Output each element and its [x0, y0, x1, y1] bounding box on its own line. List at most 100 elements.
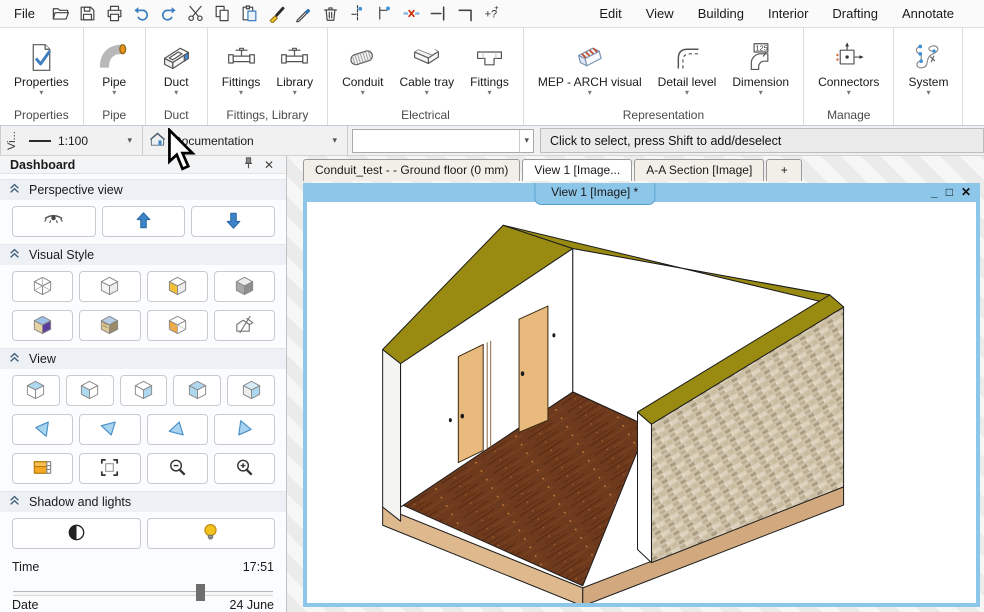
menu-drafting[interactable]: Drafting [820, 6, 890, 21]
fit-view-button[interactable] [79, 453, 140, 484]
delete-icon[interactable] [319, 2, 342, 25]
ribbon-button-system[interactable]: System▾ [901, 39, 955, 98]
ribbon-button-mep-arch-visual[interactable]: MEP - ARCH visual▾ [531, 39, 649, 98]
close-icon[interactable]: ✕ [262, 158, 276, 172]
ribbon-button-detail-level[interactable]: Detail level▾ [651, 39, 724, 98]
view-mode-combo[interactable]: Documentation ▾ [143, 126, 348, 155]
time-slider-handle[interactable] [196, 584, 205, 601]
mep-arch-icon [573, 41, 606, 74]
view-window: View 1 [Image] * _ □ ✕ [303, 183, 980, 607]
menu-file[interactable]: File [8, 6, 49, 21]
section-header-visual-style[interactable]: Visual Style [0, 244, 286, 265]
redo-icon[interactable] [157, 2, 180, 25]
menu-edit[interactable]: Edit [587, 6, 633, 21]
offset-snap-icon[interactable] [373, 2, 396, 25]
arrow-down-button[interactable] [191, 206, 275, 237]
view-top-button[interactable] [12, 375, 60, 406]
rotate-right-button[interactable] [214, 414, 275, 445]
print-icon[interactable] [103, 2, 126, 25]
ribbon-button-connectors[interactable]: Connectors▾ [811, 39, 886, 98]
cut-icon[interactable] [184, 2, 207, 25]
search-combo[interactable]: ▾ [352, 129, 534, 153]
cube-xray-button[interactable] [147, 310, 208, 341]
close-icon[interactable]: ✕ [961, 184, 971, 200]
minimize-icon[interactable]: _ [931, 184, 938, 200]
perspective-eye-button[interactable] [12, 206, 96, 237]
cube-colored-button[interactable] [12, 310, 73, 341]
prompt-bar: Click to select, press Shift to add/dese… [540, 128, 984, 153]
cube-colored-icon [31, 313, 54, 339]
cube-gray-button[interactable] [214, 271, 275, 302]
menu-annotate[interactable]: Annotate [890, 6, 966, 21]
ribbon-group-electrical: Conduit▾Cable tray▾Fittings▾Electrical [328, 28, 524, 125]
properties-icon [25, 41, 58, 74]
view-right-button[interactable] [173, 375, 221, 406]
menu-interior[interactable]: Interior [756, 6, 820, 21]
ribbon-button-library[interactable]: Library▾ [269, 39, 320, 98]
shadow-button[interactable] [12, 518, 141, 549]
query-add-icon[interactable]: +?+ [481, 2, 504, 25]
ribbon-button-dimension[interactable]: 125Dimension▾ [725, 39, 796, 98]
pin-icon[interactable] [243, 156, 254, 173]
view-toolbar: Vi... 1:100 ▾ Documentation ▾ ▾ Click to… [0, 126, 984, 156]
search-input[interactable] [353, 132, 519, 150]
scale-combo[interactable]: 1:100 ▾ [23, 126, 143, 155]
section-header-view[interactable]: View [0, 348, 286, 369]
paste-icon[interactable] [238, 2, 261, 25]
undo-icon[interactable] [130, 2, 153, 25]
view-left-button[interactable] [120, 375, 168, 406]
open-folder-icon[interactable] [49, 2, 72, 25]
menu-building[interactable]: Building [686, 6, 756, 21]
ribbon-button-pipe[interactable]: Pipe▾ [91, 39, 138, 98]
render-image-button[interactable] [12, 453, 73, 484]
duct-icon [160, 41, 193, 74]
ribbon-button-conduit[interactable]: Conduit▾ [335, 39, 390, 98]
corner-icon[interactable] [454, 2, 477, 25]
ribbon-button-duct[interactable]: Duct▾ [153, 39, 200, 98]
rotate-down-button[interactable] [79, 414, 140, 445]
cube-shaded-button[interactable] [147, 271, 208, 302]
node-snap-icon[interactable] [346, 2, 369, 25]
trim-icon[interactable] [427, 2, 450, 25]
ribbon-button-cable-tray[interactable]: Cable tray▾ [392, 39, 461, 98]
section-title: Visual Style [29, 248, 94, 262]
arrow-up-button[interactable] [102, 206, 186, 237]
tab-conduit-test-ground-floor-0-mm[interactable]: Conduit_test - - Ground floor (0 mm) [303, 159, 520, 181]
color-picker-icon[interactable] [292, 2, 315, 25]
ribbon-button-properties[interactable]: Properties▾ [7, 39, 76, 98]
ribbon-button-fittings[interactable]: Fittings▾ [463, 39, 516, 98]
tab-a-a-section-image[interactable]: A-A Section [Image] [634, 159, 764, 181]
zoom-in-button[interactable] [214, 453, 275, 484]
zoom-out-icon [166, 456, 189, 482]
collapsed-panel-tab[interactable]: Vi... [0, 126, 23, 155]
rotate-left-button[interactable] [12, 414, 73, 445]
rotate-up-button[interactable] [147, 414, 208, 445]
button-row [0, 408, 286, 447]
cube-wireframe-button[interactable] [12, 271, 73, 302]
cube-textured-button[interactable] [79, 310, 140, 341]
view-back-button[interactable] [227, 375, 275, 406]
time-row: Time 17:51 [0, 551, 286, 574]
copy-icon[interactable] [211, 2, 234, 25]
new-tab-button[interactable]: + [766, 159, 802, 181]
view-window-title-tab[interactable]: View 1 [Image] * [534, 183, 655, 205]
remove-constraint-icon[interactable] [400, 2, 423, 25]
section-header-shadow-and-lights[interactable]: Shadow and lights [0, 491, 286, 512]
house-axo-button[interactable] [214, 310, 275, 341]
light-button[interactable] [147, 518, 276, 549]
cube-hidden-button[interactable] [79, 271, 140, 302]
section-header-perspective-view[interactable]: Perspective view [0, 179, 286, 200]
chevron-down-icon: ▾ [847, 89, 851, 96]
format-painter-icon[interactable] [265, 2, 288, 25]
view-front-button[interactable] [66, 375, 114, 406]
ribbon-button-fittings[interactable]: Fittings▾ [215, 39, 268, 98]
menu-view[interactable]: View [634, 6, 686, 21]
ribbon-group-buttons: Pipe▾ [84, 28, 145, 106]
tab-view-1-image[interactable]: View 1 [Image... [522, 159, 632, 181]
rotate-down-icon [98, 417, 121, 443]
ribbon-group-pipe: Pipe▾Pipe [84, 28, 146, 125]
3d-view-canvas[interactable] [307, 202, 976, 603]
zoom-out-button[interactable] [147, 453, 208, 484]
save-icon[interactable] [76, 2, 99, 25]
restore-icon[interactable]: □ [946, 184, 953, 200]
